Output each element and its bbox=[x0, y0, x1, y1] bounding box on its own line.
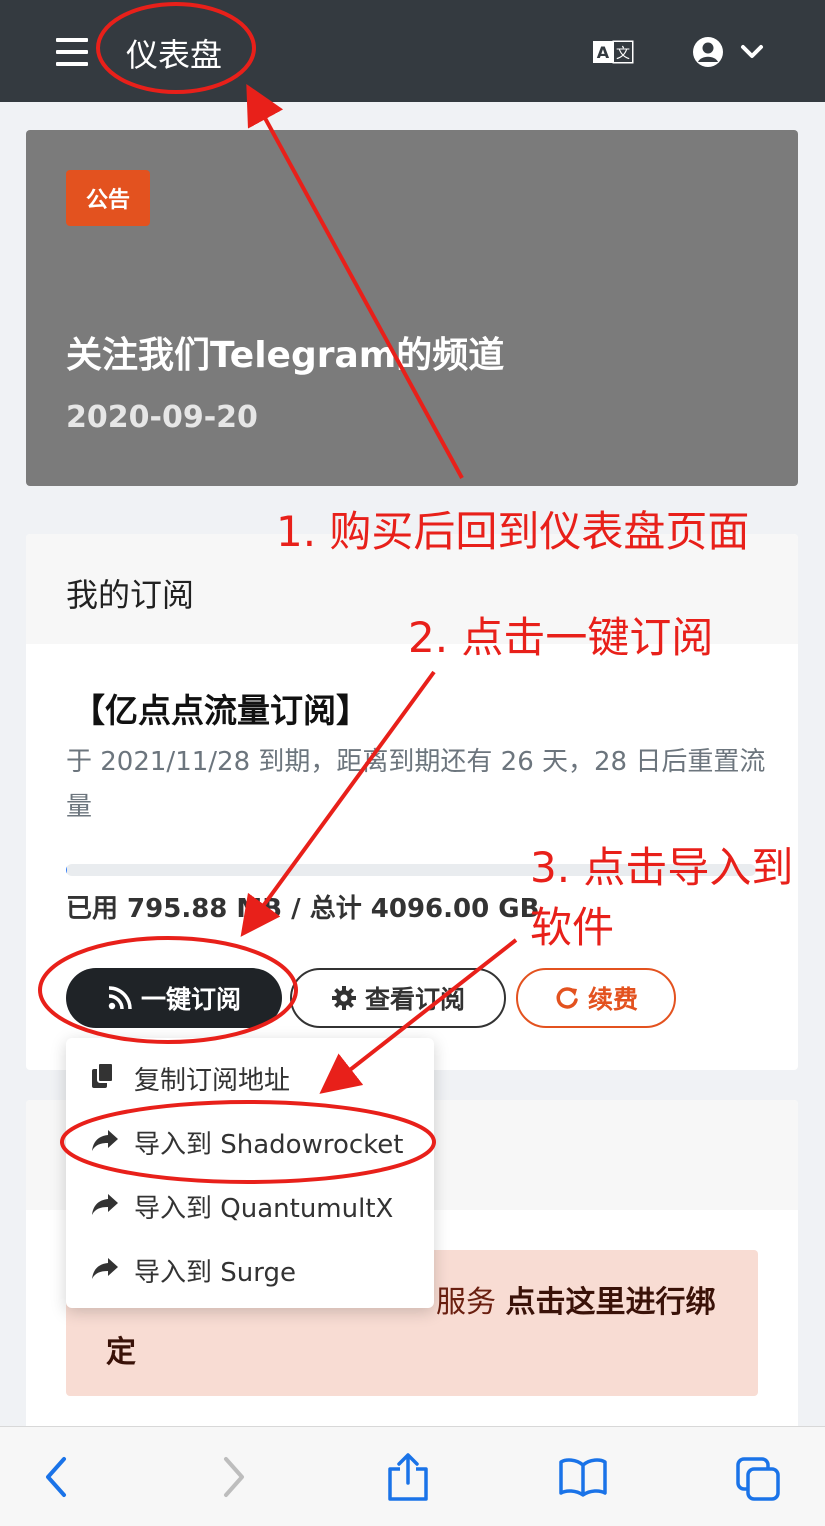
subscribe-dropdown-menu: 复制订阅地址 导入到 Shadowrocket 导入到 QuantumultX … bbox=[66, 1038, 434, 1308]
annotation-step-3-line2: 软件 bbox=[530, 903, 615, 952]
page-title: 仪表盘 bbox=[126, 36, 223, 74]
plan-expiry-text: 于 2021/11/28 到期，距离到期还有 26 天，28 日后重置流量 bbox=[66, 747, 766, 822]
one-click-subscribe-button[interactable]: 一键订阅 bbox=[66, 968, 282, 1028]
plan-name: 【亿点点流量订阅】 bbox=[72, 691, 369, 730]
share-icon bbox=[90, 1256, 120, 1284]
user-avatar-icon[interactable] bbox=[692, 36, 724, 72]
top-navbar: 仪表盘 A 文 bbox=[0, 0, 825, 102]
dropdown-item-label: 复制订阅地址 bbox=[134, 1065, 291, 1096]
renew-button[interactable]: 续费 bbox=[516, 968, 676, 1028]
browser-toolbar bbox=[0, 1426, 825, 1526]
refresh-icon bbox=[556, 987, 578, 1009]
announcement-card[interactable]: 公告 关注我们Telegram的频道 2020-09-20 bbox=[26, 130, 798, 486]
tabs-icon[interactable] bbox=[734, 1455, 782, 1507]
announcement-title: 关注我们Telegram的频道 bbox=[66, 335, 505, 376]
back-icon[interactable] bbox=[42, 1455, 70, 1503]
renew-label: 续费 bbox=[587, 985, 638, 1014]
dropdown-item-surge[interactable]: 导入到 Surge bbox=[66, 1240, 434, 1300]
annotation-step-1: 1. 购买后回到仪表盘页面 bbox=[276, 507, 750, 556]
one-click-subscribe-label: 一键订阅 bbox=[140, 985, 241, 1014]
annotation-step-2: 2. 点击一键订阅 bbox=[408, 613, 714, 662]
gear-icon bbox=[331, 986, 356, 1010]
dropdown-item-label: 导入到 QuantumultX bbox=[134, 1193, 394, 1224]
rss-icon bbox=[108, 986, 132, 1010]
view-subscription-button[interactable]: 查看订阅 bbox=[290, 968, 506, 1028]
announcement-badge: 公告 bbox=[66, 170, 150, 226]
share-sheet-icon[interactable] bbox=[386, 1451, 430, 1507]
subscription-card-title: 我的订阅 bbox=[66, 576, 195, 614]
dropdown-item-copy-url[interactable]: 复制订阅地址 bbox=[66, 1048, 434, 1108]
share-icon bbox=[90, 1192, 120, 1220]
dropdown-item-quantumultx[interactable]: 导入到 QuantumultX bbox=[66, 1176, 434, 1236]
view-subscription-label: 查看订阅 bbox=[364, 985, 465, 1014]
annotation-step-3-line1: 3. 点击导入到 bbox=[530, 843, 794, 892]
chevron-down-icon[interactable] bbox=[740, 44, 764, 64]
dropdown-item-label: 导入到 Shadowrocket bbox=[134, 1129, 404, 1160]
svg-text:A: A bbox=[597, 43, 610, 62]
hamburger-menu-icon[interactable] bbox=[56, 38, 88, 66]
translate-icon[interactable]: A 文 bbox=[592, 40, 634, 68]
dropdown-item-label: 导入到 Surge bbox=[134, 1257, 296, 1288]
usage-text: 已用 795.88 MB / 总计 4096.00 GB bbox=[66, 894, 540, 924]
bookmarks-icon[interactable] bbox=[558, 1457, 608, 1501]
dropdown-item-shadowrocket[interactable]: 导入到 Shadowrocket bbox=[66, 1112, 434, 1172]
alert-text-partial: 服务 bbox=[436, 1285, 496, 1320]
share-icon bbox=[90, 1128, 120, 1156]
copy-icon bbox=[90, 1062, 116, 1094]
svg-text:文: 文 bbox=[616, 46, 630, 62]
forward-icon[interactable] bbox=[220, 1455, 248, 1503]
announcement-date: 2020-09-20 bbox=[66, 400, 258, 435]
